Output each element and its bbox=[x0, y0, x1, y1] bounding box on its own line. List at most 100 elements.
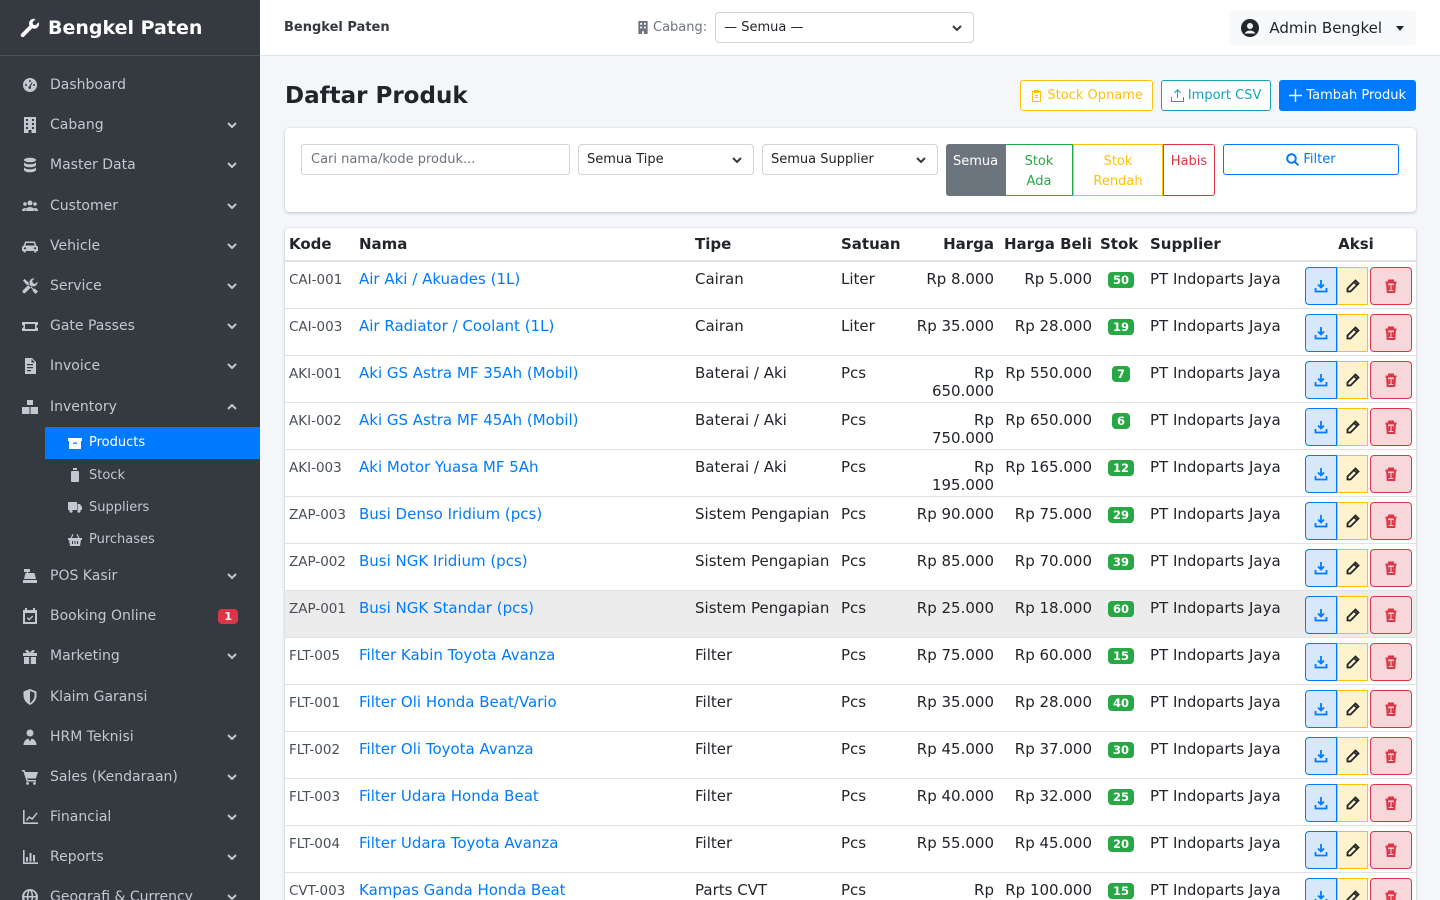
table-row[interactable]: AKI-001 Aki GS Astra MF 35Ah (Mobil) Bater… bbox=[285, 354, 1416, 402]
topbar-title[interactable]: Bengkel Paten bbox=[284, 20, 390, 35]
edit-button[interactable] bbox=[1337, 407, 1368, 446]
stock-in-button[interactable] bbox=[1305, 313, 1337, 352]
delete-button[interactable] bbox=[1370, 407, 1412, 446]
stock-in-button[interactable] bbox=[1305, 877, 1337, 900]
stock-in-button[interactable] bbox=[1305, 595, 1337, 634]
search-input[interactable] bbox=[301, 144, 570, 175]
product-name-link[interactable]: Busi NGK Standar (pcs) bbox=[355, 589, 691, 637]
product-name-link[interactable]: Aki Motor Yuasa MF 5Ah bbox=[355, 448, 691, 496]
product-name-link[interactable]: Busi Denso Iridium (pcs) bbox=[355, 495, 691, 543]
table-row[interactable]: AKI-002 Aki GS Astra MF 45Ah (Mobil) Bater… bbox=[285, 401, 1416, 449]
stock-in-button[interactable] bbox=[1305, 548, 1337, 587]
delete-button[interactable] bbox=[1370, 360, 1412, 399]
table-row[interactable]: AKI-003 Aki Motor Yuasa MF 5Ah Baterai / A… bbox=[285, 448, 1416, 496]
sidebar-item-vehicle[interactable]: Vehicle bbox=[0, 226, 260, 266]
col-supplier[interactable]: Supplier bbox=[1146, 228, 1296, 262]
table-row[interactable]: ZAP-002 Busi NGK Iridium (pcs) Sistem Peng… bbox=[285, 542, 1416, 590]
col-tipe[interactable]: Tipe bbox=[691, 228, 837, 262]
delete-button[interactable] bbox=[1370, 454, 1412, 493]
sidebar-item-inventory[interactable]: Inventory bbox=[0, 387, 260, 427]
sidebar-item-geografi-currency[interactable]: Geografi & Currency bbox=[0, 877, 260, 900]
edit-button[interactable] bbox=[1337, 501, 1368, 540]
table-row[interactable]: FLT-004 Filter Udara Toyota Avanza Filter P… bbox=[285, 824, 1416, 872]
stock-in-button[interactable] bbox=[1305, 501, 1337, 540]
sidebar-item-financial[interactable]: Financial bbox=[0, 797, 260, 837]
stock-in-button[interactable] bbox=[1305, 267, 1337, 305]
edit-button[interactable] bbox=[1337, 877, 1368, 900]
edit-button[interactable] bbox=[1337, 736, 1368, 775]
table-row[interactable]: FLT-002 Filter Oli Toyota Avanza Filter Pcs… bbox=[285, 730, 1416, 778]
edit-button[interactable] bbox=[1337, 360, 1368, 399]
col-nama[interactable]: Nama bbox=[355, 228, 691, 262]
sidebar-item-pos-kasir[interactable]: POS Kasir bbox=[0, 556, 260, 596]
import-csv-button[interactable]: Import CSV bbox=[1160, 80, 1272, 111]
sidebar-item-customer[interactable]: Customer bbox=[0, 186, 260, 226]
sidebar-item-dashboard[interactable]: Dashboard bbox=[0, 65, 260, 105]
sidebar-item-service[interactable]: Service bbox=[0, 266, 260, 306]
sidebar-item-hrm-teknisi[interactable]: HRM Teknisi bbox=[0, 717, 260, 757]
sidebar-subitem-stock[interactable]: Stock bbox=[45, 459, 260, 491]
edit-button[interactable] bbox=[1337, 783, 1368, 822]
product-name-link[interactable]: Air Radiator / Coolant (1L) bbox=[355, 307, 691, 355]
sidebar-item-reports[interactable]: Reports bbox=[0, 837, 260, 877]
delete-button[interactable] bbox=[1370, 501, 1412, 540]
stock-in-button[interactable] bbox=[1305, 783, 1337, 822]
edit-button[interactable] bbox=[1337, 548, 1368, 587]
delete-button[interactable] bbox=[1370, 267, 1412, 305]
filter-stok-rendah-button[interactable]: Stok Rendah bbox=[1073, 144, 1163, 196]
sidebar-subitem-purchases[interactable]: Purchases bbox=[45, 524, 260, 556]
stock-in-button[interactable] bbox=[1305, 830, 1337, 869]
product-name-link[interactable]: Busi NGK Iridium (pcs) bbox=[355, 542, 691, 590]
supplier-select[interactable]: Semua Supplier bbox=[762, 144, 938, 175]
user-menu[interactable]: Admin Bengkel bbox=[1229, 10, 1416, 46]
product-name-link[interactable]: Filter Kabin Toyota Avanza bbox=[355, 636, 691, 684]
table-row[interactable]: FLT-001 Filter Oli Honda Beat/Vario Filter… bbox=[285, 683, 1416, 731]
filter-stok-ada-button[interactable]: Stok Ada bbox=[1005, 144, 1073, 196]
delete-button[interactable] bbox=[1370, 736, 1412, 775]
delete-button[interactable] bbox=[1370, 548, 1412, 587]
sidebar-subitem-suppliers[interactable]: Suppliers bbox=[45, 491, 260, 523]
sidebar-item-booking-online[interactable]: Booking Online 1 bbox=[0, 596, 260, 636]
filter-semua-button[interactable]: Semua bbox=[946, 144, 1005, 196]
product-name-link[interactable]: Filter Oli Honda Beat/Vario bbox=[355, 683, 691, 731]
product-name-link[interactable]: Filter Oli Toyota Avanza bbox=[355, 730, 691, 778]
product-name-link[interactable]: Aki GS Astra MF 45Ah (Mobil) bbox=[355, 401, 691, 449]
sidebar-item-invoice[interactable]: Invoice bbox=[0, 346, 260, 386]
delete-button[interactable] bbox=[1370, 877, 1412, 900]
filter-button[interactable]: Filter bbox=[1223, 144, 1399, 175]
product-name-link[interactable]: Aki GS Astra MF 35Ah (Mobil) bbox=[355, 354, 691, 402]
col-kode[interactable]: Kode bbox=[285, 228, 355, 262]
col-stok[interactable]: Stok bbox=[1096, 228, 1146, 262]
sidebar-item-klaim-garansi[interactable]: Klaim Garansi bbox=[0, 676, 260, 716]
product-name-link[interactable]: Filter Udara Toyota Avanza bbox=[355, 824, 691, 872]
stock-in-button[interactable] bbox=[1305, 407, 1337, 446]
sidebar-item-marketing[interactable]: Marketing bbox=[0, 636, 260, 676]
delete-button[interactable] bbox=[1370, 313, 1412, 352]
type-select[interactable]: Semua Tipe bbox=[578, 144, 754, 175]
delete-button[interactable] bbox=[1370, 830, 1412, 869]
col-harga-beli[interactable]: Harga Beli bbox=[998, 228, 1096, 262]
sidebar-subitem-products[interactable]: Products bbox=[45, 426, 260, 459]
sidebar-item-cabang[interactable]: Cabang bbox=[0, 105, 260, 145]
edit-button[interactable] bbox=[1337, 595, 1368, 634]
product-name-link[interactable]: Kampas Ganda Honda Beat bbox=[355, 871, 691, 900]
table-row[interactable]: ZAP-001 Busi NGK Standar (pcs) Sistem Peng… bbox=[285, 589, 1416, 637]
edit-button[interactable] bbox=[1337, 267, 1368, 305]
edit-button[interactable] bbox=[1337, 642, 1368, 681]
sidebar-item-master-data[interactable]: Master Data bbox=[0, 145, 260, 185]
add-product-button[interactable]: Tambah Produk bbox=[1279, 80, 1416, 111]
table-row[interactable]: ZAP-003 Busi Denso Iridium (pcs) Sistem Pe… bbox=[285, 495, 1416, 543]
table-row[interactable]: FLT-005 Filter Kabin Toyota Avanza Filter P… bbox=[285, 636, 1416, 684]
stock-in-button[interactable] bbox=[1305, 360, 1337, 399]
edit-button[interactable] bbox=[1337, 313, 1368, 352]
stock-in-button[interactable] bbox=[1305, 689, 1337, 728]
table-row[interactable]: CAI-003 Air Radiator / Coolant (1L) Cairan… bbox=[285, 307, 1416, 355]
stock-in-button[interactable] bbox=[1305, 736, 1337, 775]
filter-habis-button[interactable]: Habis bbox=[1163, 144, 1215, 196]
stock-in-button[interactable] bbox=[1305, 642, 1337, 681]
stock-in-button[interactable] bbox=[1305, 454, 1337, 493]
delete-button[interactable] bbox=[1370, 595, 1412, 634]
product-name-link[interactable]: Filter Udara Honda Beat bbox=[355, 777, 691, 825]
table-row[interactable]: CAI-001 Air Aki / Akuades (1L) Cairan Liter… bbox=[285, 260, 1416, 308]
edit-button[interactable] bbox=[1337, 689, 1368, 728]
